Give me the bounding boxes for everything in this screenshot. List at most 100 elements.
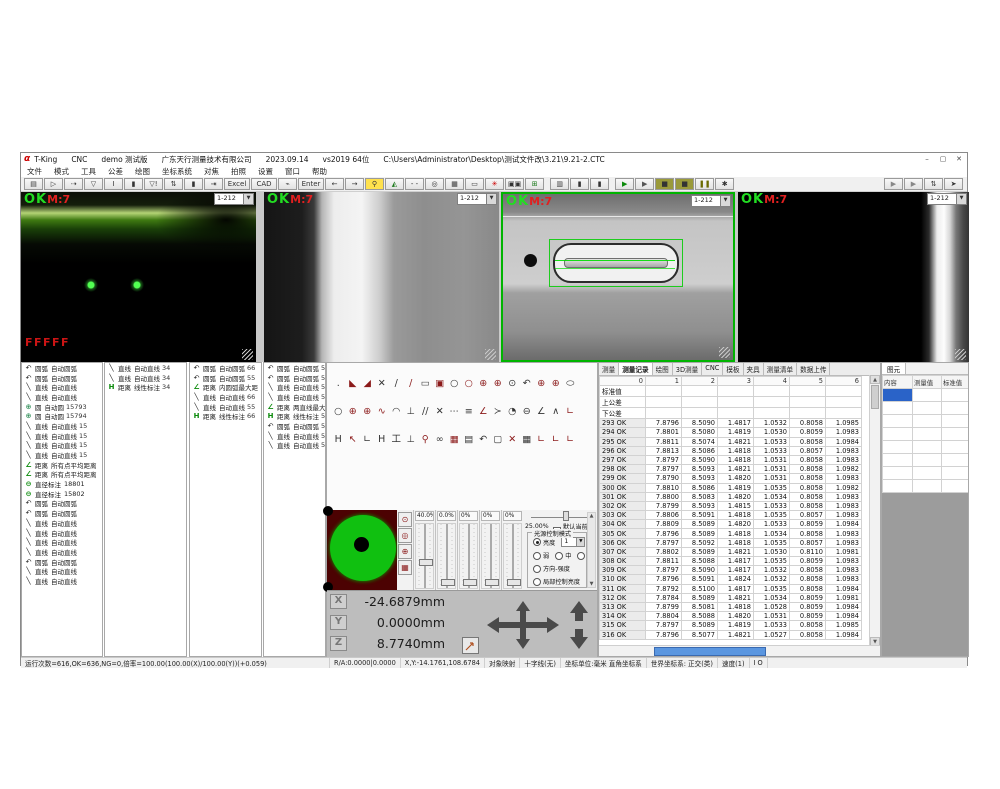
detail-cell[interactable] <box>913 467 942 480</box>
tool-icon[interactable]: / <box>389 377 404 391</box>
slider-thumb[interactable] <box>485 579 499 586</box>
tool-icon[interactable]: ∟ <box>563 433 578 447</box>
master-brightness-slider[interactable] <box>531 514 591 518</box>
z-jog-control[interactable] <box>569 601 589 653</box>
menu-item-2[interactable]: 模式 <box>48 166 75 177</box>
menu-item-6[interactable]: 坐标系统 <box>156 166 198 177</box>
list-item[interactable]: ↶圆弧自动圆弧66 <box>190 363 261 373</box>
table-row[interactable]: 305 OK7.87968.50891.48181.05340.80581.09… <box>600 529 862 538</box>
list-item[interactable]: H距离线性标注34 <box>105 382 186 392</box>
tab-夹具[interactable]: 夹具 <box>744 363 764 375</box>
tool-icon[interactable]: ⊙ <box>505 377 520 391</box>
detail-cell[interactable] <box>942 389 969 402</box>
detail-cell[interactable] <box>942 480 969 493</box>
open-button[interactable]: ▷ <box>44 178 63 190</box>
list-item[interactable]: ╲直线自动直线 <box>22 547 102 557</box>
resize-grip-icon[interactable] <box>955 349 966 360</box>
list-item[interactable]: H距离线性标注55 <box>264 411 325 421</box>
list-item[interactable]: ╲直线自动直线55 <box>264 392 325 402</box>
tool-icon[interactable]: ◔ <box>505 405 520 419</box>
grid-pair-button[interactable]: ▣▣ <box>505 178 524 190</box>
light-coax-button[interactable]: ◎ <box>398 528 412 543</box>
light-quad-button[interactable]: ⊕ <box>398 544 412 559</box>
slider-track[interactable] <box>415 523 434 589</box>
laser-button[interactable]: ✳ <box>485 178 504 190</box>
radio-local-control[interactable] <box>533 578 541 586</box>
chevron-down-icon[interactable]: ▼ <box>243 194 253 204</box>
tool-icon[interactable]: ≻ <box>491 405 506 419</box>
list-item[interactable]: ╲直线自动直线 <box>22 392 102 402</box>
minimize-button[interactable]: – <box>919 154 935 165</box>
detail-cell[interactable] <box>883 428 913 441</box>
tab-测量[interactable]: 测量 <box>599 363 619 375</box>
slider-thumb[interactable] <box>507 579 521 586</box>
ring-light-preview[interactable] <box>327 510 397 590</box>
camera-1-selector[interactable]: 1-212 ▼ <box>214 193 254 205</box>
list-item[interactable]: ⊕圆自动圆15793 <box>22 402 102 412</box>
tool-icon[interactable]: ∧ <box>549 405 564 419</box>
menu-item-10[interactable]: 窗口 <box>279 166 306 177</box>
list-item[interactable]: ↶圆弧自动圆弧55 <box>264 373 325 383</box>
list-item[interactable]: ╲直线自动直线55 <box>264 431 325 441</box>
tool-disabled-1[interactable]: ▮ <box>124 178 143 190</box>
table-row[interactable]: 299 OK7.87908.50931.48201.05310.80581.09… <box>600 474 862 483</box>
tab-3D测量[interactable]: 3D测量 <box>673 363 702 375</box>
camera-view-1[interactable]: OK M:7 1-212 ▼ FFFFF <box>21 192 256 362</box>
chevron-down-icon[interactable]: ▼ <box>956 194 966 204</box>
detail-cell[interactable] <box>883 467 913 480</box>
tool-icon[interactable]: ∞ <box>433 433 448 447</box>
selected-cell[interactable] <box>883 389 913 402</box>
tool-icon[interactable]: ⊥ <box>404 433 419 447</box>
table-row[interactable]: 298 OK7.87978.50931.48211.05310.80581.09… <box>600 465 862 474</box>
list-item[interactable]: ↶圆弧自动圆弧 <box>22 508 102 518</box>
tool-icon[interactable]: ⊕ <box>346 405 361 419</box>
tool-icon[interactable]: ✕ <box>375 377 390 391</box>
play-button[interactable]: ▶ <box>615 178 634 190</box>
tool-icon[interactable]: ↖ <box>346 433 361 447</box>
radio-strong[interactable] <box>577 552 585 560</box>
list-item[interactable]: ↶圆弧自动圆弧55 <box>264 363 325 373</box>
list-item[interactable]: ╲直线自动直线55 <box>264 382 325 392</box>
detail-cell[interactable] <box>942 415 969 428</box>
list-item[interactable]: H距离线性标注66 <box>190 411 261 421</box>
grid-add-button[interactable]: ⊞ <box>525 178 544 190</box>
excel-export-button[interactable]: Excel <box>224 178 250 190</box>
slider-track[interactable] <box>481 523 500 589</box>
table-row[interactable]: 297 OK7.87978.50901.48181.05310.80581.09… <box>600 455 862 464</box>
list-item[interactable]: ╲直线自动直线15 <box>22 431 102 441</box>
tool-icon[interactable]: ∟ <box>563 405 578 419</box>
tool-icon[interactable]: / <box>404 377 419 391</box>
detail-cell[interactable] <box>883 441 913 454</box>
detail-cell[interactable] <box>913 415 942 428</box>
tab-CNC[interactable]: CNC <box>702 363 723 375</box>
list-item[interactable]: ↶圆弧自动圆弧 <box>22 499 102 509</box>
list-item[interactable]: ⊖直径标注15802 <box>22 489 102 499</box>
detail-cell[interactable] <box>942 467 969 480</box>
tool-icon[interactable]: ∟ <box>549 433 564 447</box>
panel-button-1[interactable]: ▮ <box>570 178 589 190</box>
frame-button[interactable]: ▭ <box>465 178 484 190</box>
run-button[interactable]: ▶ <box>635 178 654 190</box>
tool-icon[interactable]: H <box>331 433 346 447</box>
scroll-up-icon[interactable]: ▲ <box>588 513 595 519</box>
list-item[interactable]: ╲直线自动直线 <box>22 576 102 586</box>
options-scrollbar[interactable]: ▲▼ <box>587 512 596 588</box>
tool-icon[interactable]: ⊕ <box>360 405 375 419</box>
resize-grip-icon[interactable] <box>719 347 730 358</box>
menu-item-8[interactable]: 拍照 <box>225 166 252 177</box>
magnifier-button[interactable]: ◎ <box>425 178 444 190</box>
scroll-up-icon[interactable]: ▲ <box>870 375 880 384</box>
detail-cell[interactable] <box>913 402 942 415</box>
camera-view-4[interactable]: OK M:7 1-212 ▼ <box>738 192 969 362</box>
resize-grip-icon[interactable] <box>485 349 496 360</box>
list-item[interactable]: ∠距离所有点平均距离 <box>22 470 102 480</box>
scroll-thumb[interactable] <box>654 647 766 656</box>
slider-thumb[interactable] <box>419 559 433 566</box>
menu-item-3[interactable]: 工具 <box>75 166 102 177</box>
measurement-table[interactable]: 0123456标准值上公差下公差293 OK7.87968.50901.4817… <box>599 376 862 640</box>
list-item[interactable]: ↶圆弧自动圆弧 <box>22 373 102 383</box>
tool-icon[interactable]: ▦ <box>447 433 462 447</box>
send-button[interactable]: ➤ <box>944 178 963 190</box>
detail-cell[interactable] <box>913 389 942 402</box>
table-row[interactable]: 316 OK7.87968.50771.48211.05270.80581.09… <box>600 630 862 639</box>
